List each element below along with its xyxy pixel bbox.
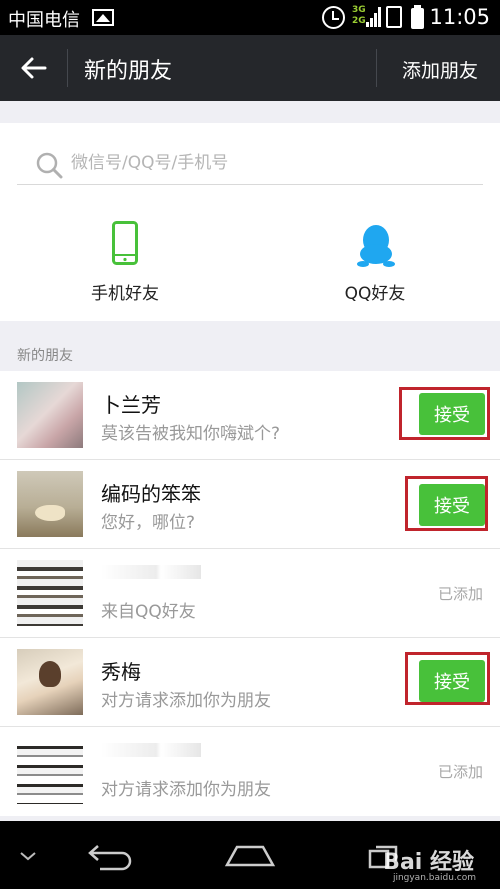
- friend-name: 秀梅: [101, 660, 141, 684]
- nav-home-icon[interactable]: [223, 843, 277, 869]
- highlight-box: [405, 476, 488, 531]
- friend-message: 您好，哪位?: [101, 513, 196, 533]
- baidu-watermark: Bai 经验: [383, 850, 474, 875]
- page-title: 新的朋友: [84, 59, 173, 84]
- section-title: 新的朋友: [17, 348, 73, 364]
- friend-message: 对方请求添加你为朋友: [101, 691, 271, 711]
- chevron-down-icon[interactable]: [18, 849, 38, 863]
- search-input[interactable]: [71, 147, 471, 179]
- friend-name: 编码的笨笨: [101, 482, 201, 506]
- added-status: 已添加: [437, 763, 483, 781]
- list-item[interactable]: 编码的笨笨 您好，哪位? 接受: [0, 460, 500, 549]
- phone-contacts-entry[interactable]: 手机好友: [45, 215, 205, 305]
- phone-icon: [112, 221, 138, 265]
- friend-request-list: 卜兰芳 莫该告被我知你嗨斌个? 接受 编码的笨笨 您好，哪位? 接受 来自QQ好…: [0, 371, 500, 816]
- obscured-name: [101, 743, 201, 757]
- battery-icon: [411, 5, 424, 29]
- carrier-label: 中国电信: [8, 10, 80, 31]
- friend-name: 卜兰芳: [101, 393, 161, 417]
- friend-message: 来自QQ好友: [101, 602, 196, 622]
- list-item[interactable]: 来自QQ好友 已添加: [0, 549, 500, 638]
- phone-contacts-label: 手机好友: [91, 284, 159, 304]
- clock: 11:05: [429, 5, 490, 29]
- add-friend-button[interactable]: 添加朋友: [402, 56, 478, 83]
- avatar: [17, 649, 83, 715]
- header-divider: [67, 49, 68, 87]
- avatar: [17, 471, 83, 537]
- avatar: [17, 738, 83, 804]
- added-status: 已添加: [437, 585, 483, 603]
- navigation-bar: Bai 经验 jingyan.baidu.com: [0, 821, 500, 889]
- network-type-indicator: 3G 2G: [352, 5, 366, 27]
- list-item[interactable]: 秀梅 对方请求添加你为朋友 接受: [0, 638, 500, 727]
- qq-penguin-icon: [357, 225, 395, 267]
- sim-card-icon: [386, 6, 402, 28]
- action-bar: 新的朋友 添加朋友: [0, 35, 500, 101]
- back-arrow-icon[interactable]: [18, 52, 50, 84]
- search-section: 手机好友 QQ好友: [0, 123, 500, 321]
- signal-icon: [366, 7, 381, 27]
- list-item[interactable]: 卜兰芳 莫该告被我知你嗨斌个? 接受: [0, 371, 500, 460]
- obscured-name: [101, 565, 201, 579]
- nav-back-icon[interactable]: [86, 841, 134, 871]
- highlight-box: [405, 652, 490, 705]
- friend-message: 莫该告被我知你嗨斌个?: [101, 424, 281, 444]
- status-bar: 中国电信 3G 2G 11:05: [0, 0, 500, 35]
- avatar: [17, 560, 83, 626]
- image-notification-icon: [92, 9, 114, 26]
- highlight-box: [399, 387, 490, 440]
- list-item[interactable]: 对方请求添加你为朋友 已添加: [0, 727, 500, 816]
- search-box[interactable]: [17, 143, 483, 185]
- watermark-url: jingyan.baidu.com: [392, 873, 476, 883]
- qq-friends-entry[interactable]: QQ好友: [295, 215, 455, 305]
- header-divider: [376, 49, 377, 87]
- search-icon: [36, 152, 63, 179]
- avatar: [17, 382, 83, 448]
- friend-message: 对方请求添加你为朋友: [101, 780, 271, 800]
- network-type-2g: 2G: [352, 16, 366, 26]
- qq-friends-label: QQ好友: [344, 284, 406, 304]
- network-type-3g: 3G: [352, 5, 366, 15]
- alarm-icon: [322, 6, 345, 29]
